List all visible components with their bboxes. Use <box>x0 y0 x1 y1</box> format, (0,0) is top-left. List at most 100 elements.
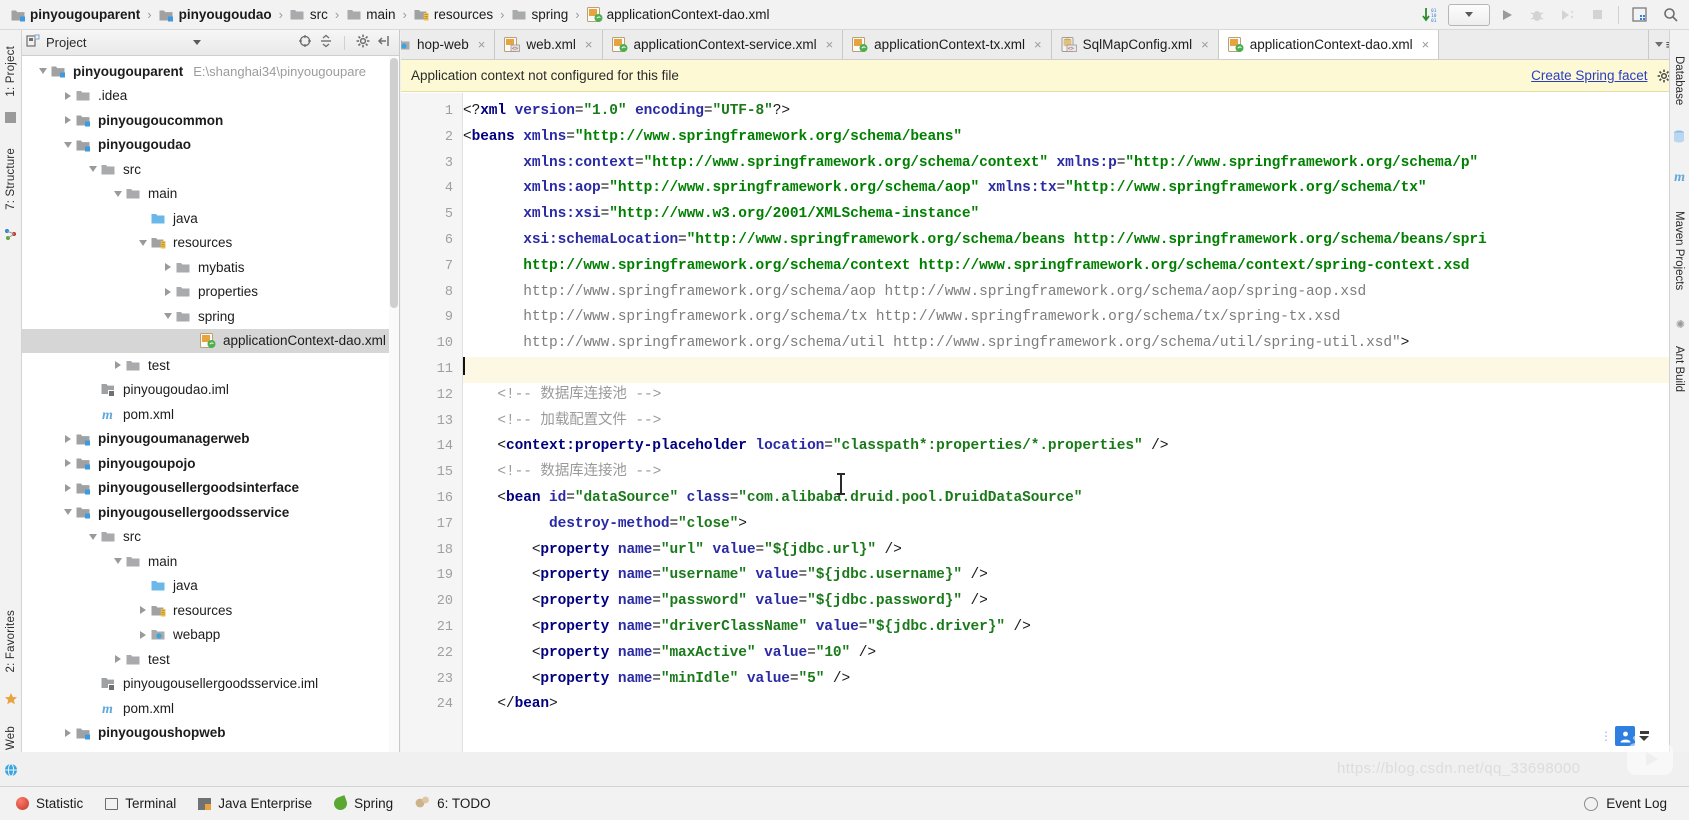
tree-node[interactable]: src <box>22 157 389 182</box>
debug-icon[interactable] <box>1524 3 1550 27</box>
editor-tab-sqlmapconfig-xml[interactable]: <> SqlMapConfig.xml × <box>1051 30 1219 59</box>
tree-node[interactable]: pinyougousellergoodsservice.iml <box>22 672 389 697</box>
update-project-icon[interactable]: 01 10 01 <box>1418 3 1444 27</box>
code-line[interactable]: <!-- 数据库连接池 --> <box>463 383 1689 409</box>
project-view-selector-icon[interactable] <box>193 40 201 45</box>
code-line[interactable]: <property name="username" value="${jdbc.… <box>463 563 1689 589</box>
tree-node[interactable]: src <box>22 525 389 550</box>
app-layout-icon[interactable] <box>1627 3 1653 27</box>
tree-toggle-open-icon[interactable] <box>161 313 175 320</box>
tree-toggle-closed-icon[interactable] <box>61 728 75 737</box>
tool-window-structure[interactable]: 7: Structure <box>0 135 22 223</box>
tree-toggle-closed-icon[interactable] <box>111 655 125 664</box>
tree-toggle-closed-icon[interactable] <box>61 434 75 443</box>
code-line[interactable]: xsi:schemaLocation="http://www.springfra… <box>463 228 1689 254</box>
code-line[interactable]: xmlns:context="http://www.springframewor… <box>463 151 1689 177</box>
tree-toggle-closed-icon[interactable] <box>111 361 125 370</box>
tree-node[interactable]: pinyougouparent E:\shanghai34\pinyougoupa… <box>22 59 389 84</box>
project-tree-scrollbar[interactable] <box>389 56 399 752</box>
tree-node[interactable]: m pom.xml <box>22 402 389 427</box>
code-line[interactable]: <property name="url" value="${jdbc.url}"… <box>463 538 1689 564</box>
tree-node[interactable]: applicationContext-dao.xml <box>22 328 389 353</box>
code-line[interactable]: destroy-method="close"> <box>463 512 1689 538</box>
tree-node[interactable]: properties <box>22 280 389 305</box>
tree-node[interactable]: resources <box>22 598 389 623</box>
tree-toggle-closed-icon[interactable] <box>61 116 75 125</box>
run-icon[interactable] <box>1494 3 1520 27</box>
code-line[interactable]: xmlns:xsi="http://www.w3.org/2001/XMLSch… <box>463 202 1689 228</box>
code-editor[interactable]: 1 2 3 4 5 6 7 8 9 10 11 12 13 14 15 16 17 18 19 20 21 22 23 24 … <box>401 93 1689 752</box>
tool-window-ant-build[interactable]: Ant Build <box>1669 330 1689 408</box>
code-line[interactable]: http://www.springframework.org/schema/ut… <box>463 331 1689 357</box>
tree-toggle-open-icon[interactable] <box>36 68 50 75</box>
tree-toggle-closed-icon[interactable] <box>136 630 150 639</box>
status-item-event-log-label[interactable]: Event Log <box>1606 796 1667 811</box>
breadcrumb-item-pinyougouparent[interactable]: pinyougouparent <box>8 0 142 30</box>
code-line[interactable]: http://www.springframework.org/schema/tx… <box>463 305 1689 331</box>
tree-node[interactable]: pinyougoushopweb <box>22 721 389 746</box>
widget-drag-handle[interactable]: ⋮ <box>1600 729 1612 743</box>
editor-tab-close-icon[interactable]: × <box>1034 37 1042 52</box>
tree-node[interactable]: spring <box>22 304 389 329</box>
tree-node[interactable]: main <box>22 549 389 574</box>
code-line[interactable]: <!-- 数据库连接池 --> <box>463 460 1689 486</box>
tree-node[interactable]: java <box>22 206 389 231</box>
breadcrumb-item-pinyougoudao[interactable]: pinyougoudao <box>157 0 274 30</box>
breadcrumb-item-main[interactable]: main <box>344 0 397 30</box>
scroll-from-source-icon[interactable] <box>298 34 312 51</box>
tree-node[interactable]: pinyougoucommon <box>22 108 389 133</box>
tree-toggle-open-icon[interactable] <box>86 166 100 173</box>
status-item-terminal[interactable]: Terminal <box>105 796 176 811</box>
tree-toggle-closed-icon[interactable] <box>161 287 175 296</box>
tree-node[interactable]: pinyougoudao.iml <box>22 378 389 403</box>
editor-tab-close-icon[interactable]: × <box>478 37 486 52</box>
tree-node[interactable]: main <box>22 182 389 207</box>
tree-node[interactable]: resources <box>22 231 389 256</box>
editor-tab-close-icon[interactable]: × <box>1201 37 1209 52</box>
editor-tab-close-icon[interactable]: × <box>1422 37 1430 52</box>
tree-node[interactable]: pinyougousellergoodsinterface <box>22 476 389 501</box>
editor-tab-close-icon[interactable]: × <box>585 37 593 52</box>
breadcrumb-item-resources[interactable]: resources <box>412 0 495 30</box>
tree-toggle-open-icon[interactable] <box>111 558 125 565</box>
status-item-todo[interactable]: 6: TODO <box>415 796 491 812</box>
code-line[interactable] <box>463 356 1689 383</box>
tree-toggle-closed-icon[interactable] <box>61 459 75 468</box>
tree-node[interactable]: pinyougoupojo <box>22 451 389 476</box>
editor-tab-applicationcontext-service-xml[interactable]: applicationContext-service.xml × <box>602 30 844 59</box>
tree-toggle-closed-icon[interactable] <box>161 263 175 272</box>
breadcrumb-item-src[interactable]: src <box>288 0 330 30</box>
status-item-spring[interactable]: Spring <box>332 795 393 812</box>
tool-window-maven-projects[interactable]: Maven Projects <box>1669 190 1689 312</box>
tool-window-favorites[interactable]: 2: Favorites <box>0 595 22 687</box>
editor-tab-applicationcontext-tx-xml[interactable]: applicationContext-tx.xml × <box>843 30 1052 59</box>
tree-node[interactable]: test <box>22 353 389 378</box>
editor-tab-hop-web[interactable]: hop-web × <box>401 30 496 59</box>
tree-toggle-open-icon[interactable] <box>111 190 125 197</box>
tree-node[interactable]: pinyougoudao <box>22 133 389 158</box>
tree-toggle-open-icon[interactable] <box>61 509 75 516</box>
code-line[interactable]: http://www.springframework.org/schema/ao… <box>463 280 1689 306</box>
code-line[interactable]: <property name="driverClassName" value="… <box>463 615 1689 641</box>
tree-node[interactable]: test <box>22 647 389 672</box>
code-line[interactable]: <beans xmlns="http://www.springframework… <box>463 125 1689 151</box>
tree-node[interactable]: .idea <box>22 84 389 109</box>
tree-node[interactable]: pinyougoumanagerweb <box>22 427 389 452</box>
tool-window-project[interactable]: 1: Project <box>0 35 22 107</box>
status-item-statistic[interactable]: Statistic <box>16 796 83 811</box>
tree-toggle-closed-icon[interactable] <box>136 606 150 615</box>
tree-toggle-open-icon[interactable] <box>136 239 150 246</box>
tree-toggle-closed-icon[interactable] <box>61 483 75 492</box>
code-text[interactable]: <?xml version="1.0" encoding="UTF-8"?> <b… <box>463 93 1689 752</box>
project-tree[interactable]: pinyougouparent E:\shanghai34\pinyougoupa… <box>22 56 389 752</box>
hide-panel-icon[interactable] <box>377 34 391 51</box>
breadcrumb-item-spring[interactable]: spring <box>510 0 571 30</box>
code-line[interactable]: </bean> <box>463 692 1689 718</box>
tree-node[interactable]: m pom.xml <box>22 696 389 721</box>
stop-icon[interactable] <box>1584 3 1610 27</box>
code-line[interactable]: http://www.springframework.org/schema/co… <box>463 254 1689 280</box>
collapse-all-icon[interactable] <box>319 34 333 51</box>
code-line[interactable]: <property name="password" value="${jdbc.… <box>463 589 1689 615</box>
editor-tab-web-xml[interactable]: <> web.xml × <box>495 30 603 59</box>
run-with-coverage-icon[interactable] <box>1554 3 1580 27</box>
